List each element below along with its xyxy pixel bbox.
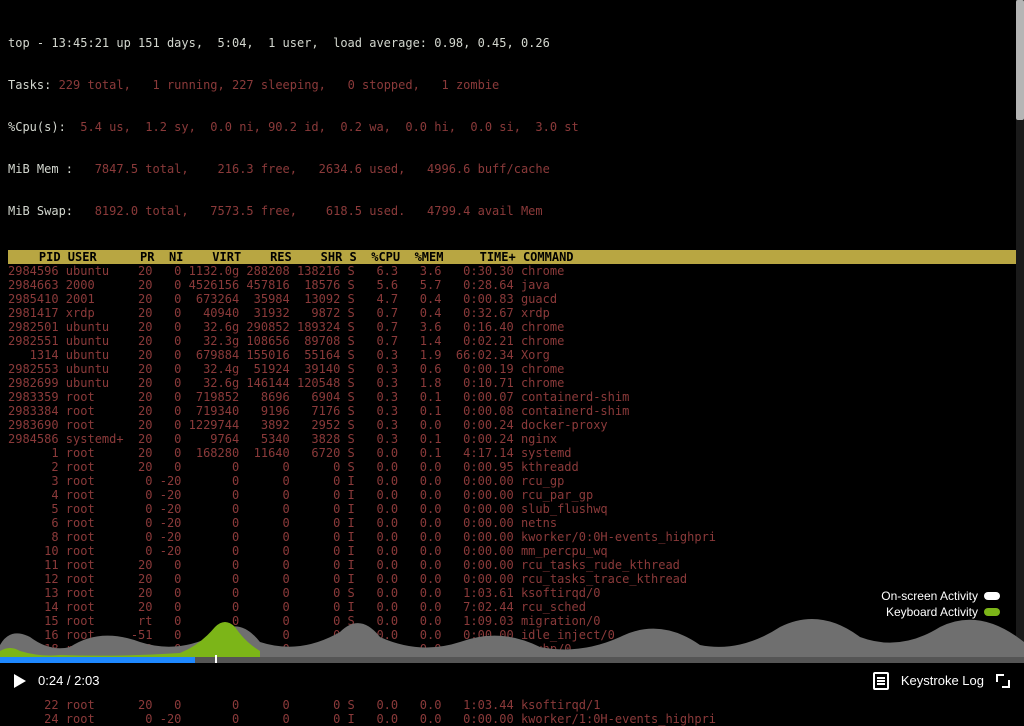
process-row: 2981417 xrdp 20 0 40940 31932 9872 S 0.7… <box>8 306 1016 320</box>
scrollbar-track[interactable] <box>1016 0 1024 657</box>
process-row: 15 root rt 0 0 0 0 S 0.0 0.0 1:09.03 mig… <box>8 614 1016 628</box>
process-row: 2982699 ubuntu 20 0 32.6g 146144 120548 … <box>8 376 1016 390</box>
process-row: 18 root 20 0 0 0 0 S 0.0 0.0 0:00.00 cpu… <box>8 642 1016 656</box>
swatch-green-icon <box>984 608 1000 616</box>
play-icon[interactable] <box>14 674 26 688</box>
process-row: 2984586 systemd+ 20 0 9764 5340 3828 S 0… <box>8 432 1016 446</box>
activity-legend: On-screen Activity Keyboard Activity <box>881 587 1000 619</box>
process-row: 6 root 0 -20 0 0 0 I 0.0 0.0 0:00.00 net… <box>8 516 1016 530</box>
process-row: 2983690 root 20 0 1229744 3892 2952 S 0.… <box>8 418 1016 432</box>
process-row: 14 root 20 0 0 0 0 I 0.0 0.0 7:02.44 rcu… <box>8 600 1016 614</box>
process-row: 24 root 0 -20 0 0 0 I 0.0 0.0 0:00.00 kw… <box>8 712 1016 726</box>
process-row: 3 root 0 -20 0 0 0 I 0.0 0.0 0:00.00 rcu… <box>8 474 1016 488</box>
summary-line-cpu: %Cpu(s): 5.4 us, 1.2 sy, 0.0 ni, 90.2 id… <box>8 120 1016 134</box>
process-row: 1314 ubuntu 20 0 679884 155016 55164 S 0… <box>8 348 1016 362</box>
process-row: 1 root 20 0 168280 11640 6720 S 0.0 0.1 … <box>8 446 1016 460</box>
process-header: PID USER PR NI VIRT RES SHR S %CPU %MEM … <box>8 250 1016 264</box>
process-row: 2985410 2001 20 0 673264 35984 13092 S 4… <box>8 292 1016 306</box>
process-row: 8 root 0 -20 0 0 0 I 0.0 0.0 0:00.00 kwo… <box>8 530 1016 544</box>
process-row: 2983384 root 20 0 719340 9196 7176 S 0.3… <box>8 404 1016 418</box>
process-row: 5 root 0 -20 0 0 0 I 0.0 0.0 0:00.00 slu… <box>8 502 1016 516</box>
process-row: 16 root -51 0 0 0 0 S 0.0 0.0 0:00.00 id… <box>8 628 1016 642</box>
summary-line-swap: MiB Swap: 8192.0 total, 7573.5 free, 618… <box>8 204 1016 218</box>
terminal-output: top - 13:45:21 up 151 days, 5:04, 1 user… <box>8 8 1016 726</box>
keystroke-log-button[interactable]: Keystroke Log <box>901 674 984 688</box>
process-row: 10 root 0 -20 0 0 0 I 0.0 0.0 0:00.00 mm… <box>8 544 1016 558</box>
process-row: 11 root 20 0 0 0 0 I 0.0 0.0 0:00.00 rcu… <box>8 558 1016 572</box>
scrollbar-thumb[interactable] <box>1016 0 1024 120</box>
document-icon[interactable] <box>873 672 889 690</box>
summary-line-uptime: top - 13:45:21 up 151 days, 5:04, 1 user… <box>8 36 1016 50</box>
process-row: 13 root 20 0 0 0 0 S 0.0 0.0 1:03.61 kso… <box>8 586 1016 600</box>
process-row: 22 root 20 0 0 0 0 S 0.0 0.0 1:03.44 kso… <box>8 698 1016 712</box>
process-row: 2 root 20 0 0 0 0 S 0.0 0.0 0:00.95 kthr… <box>8 460 1016 474</box>
process-row: 2982501 ubuntu 20 0 32.6g 290852 189324 … <box>8 320 1016 334</box>
process-row: 2983359 root 20 0 719852 8696 6904 S 0.3… <box>8 390 1016 404</box>
process-row: 4 root 0 -20 0 0 0 I 0.0 0.0 0:00.00 rcu… <box>8 488 1016 502</box>
summary-line-mem: MiB Mem : 7847.5 total, 216.3 free, 2634… <box>8 162 1016 176</box>
legend-keyboard-label: Keyboard Activity <box>886 605 978 619</box>
process-row: 2982551 ubuntu 20 0 32.3g 108656 89708 S… <box>8 334 1016 348</box>
process-row: 2982553 ubuntu 20 0 32.4g 51924 39140 S … <box>8 362 1016 376</box>
fullscreen-icon[interactable] <box>996 674 1010 688</box>
process-row: 2984663 2000 20 0 4526156 457816 18576 S… <box>8 278 1016 292</box>
legend-onscreen-label: On-screen Activity <box>881 589 978 603</box>
top-summary: top - 13:45:21 up 151 days, 5:04, 1 user… <box>8 8 1016 246</box>
process-row: 12 root 20 0 0 0 0 I 0.0 0.0 0:00.00 rcu… <box>8 572 1016 586</box>
playback-time: 0:24 / 2:03 <box>38 674 99 688</box>
swatch-white-icon <box>984 592 1000 600</box>
player-controls: 0:24 / 2:03 Keystroke Log <box>0 663 1024 699</box>
process-row: 2984596 ubuntu 20 0 1132.0g 288208 13821… <box>8 264 1016 278</box>
summary-line-tasks: Tasks: 229 total, 1 running, 227 sleepin… <box>8 78 1016 92</box>
